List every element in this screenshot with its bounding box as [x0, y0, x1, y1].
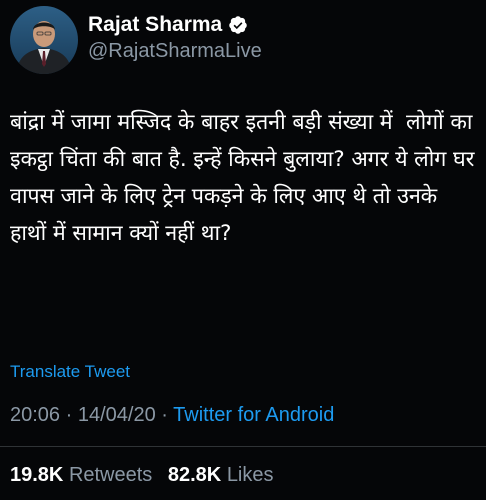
meta-separator: · [161, 404, 168, 426]
tweet-source-link[interactable]: Twitter for Android [173, 404, 334, 426]
likes-count: 82.8K [167, 464, 222, 486]
tweet-stats: 19.8K Retweets 82.8K Likes [10, 464, 274, 487]
translate-tweet-link[interactable]: Translate Tweet [10, 362, 130, 382]
avatar[interactable] [10, 6, 78, 74]
divider [0, 446, 486, 447]
tweet-header: Rajat Sharma @RajatSharmaLive [10, 6, 262, 74]
verified-badge-icon [228, 15, 248, 35]
retweets-stat[interactable]: 19.8K Retweets [10, 464, 158, 486]
retweets-count: 19.8K [10, 464, 64, 486]
meta-separator: · [65, 404, 73, 426]
display-name[interactable]: Rajat Sharma [88, 13, 222, 37]
likes-stat[interactable]: 82.8K Likes [168, 464, 274, 486]
tweet-date[interactable]: 14/04/20 [78, 404, 156, 426]
name-row: Rajat Sharma [88, 12, 262, 38]
retweets-label: Retweets [68, 464, 153, 486]
likes-label: Likes [226, 464, 274, 486]
user-names: Rajat Sharma @RajatSharmaLive [88, 12, 262, 63]
tweet-card: Rajat Sharma @RajatSharmaLive बांद्रा मे… [0, 0, 486, 500]
user-handle[interactable]: @RajatSharmaLive [88, 40, 262, 63]
tweet-meta: 20:06 · 14/04/20 · Twitter for Android [10, 404, 334, 427]
tweet-text: बांद्रा में जामा मस्जिद के बाहर इतनी बड़… [10, 110, 482, 246]
tweet-time[interactable]: 20:06 [10, 404, 60, 426]
